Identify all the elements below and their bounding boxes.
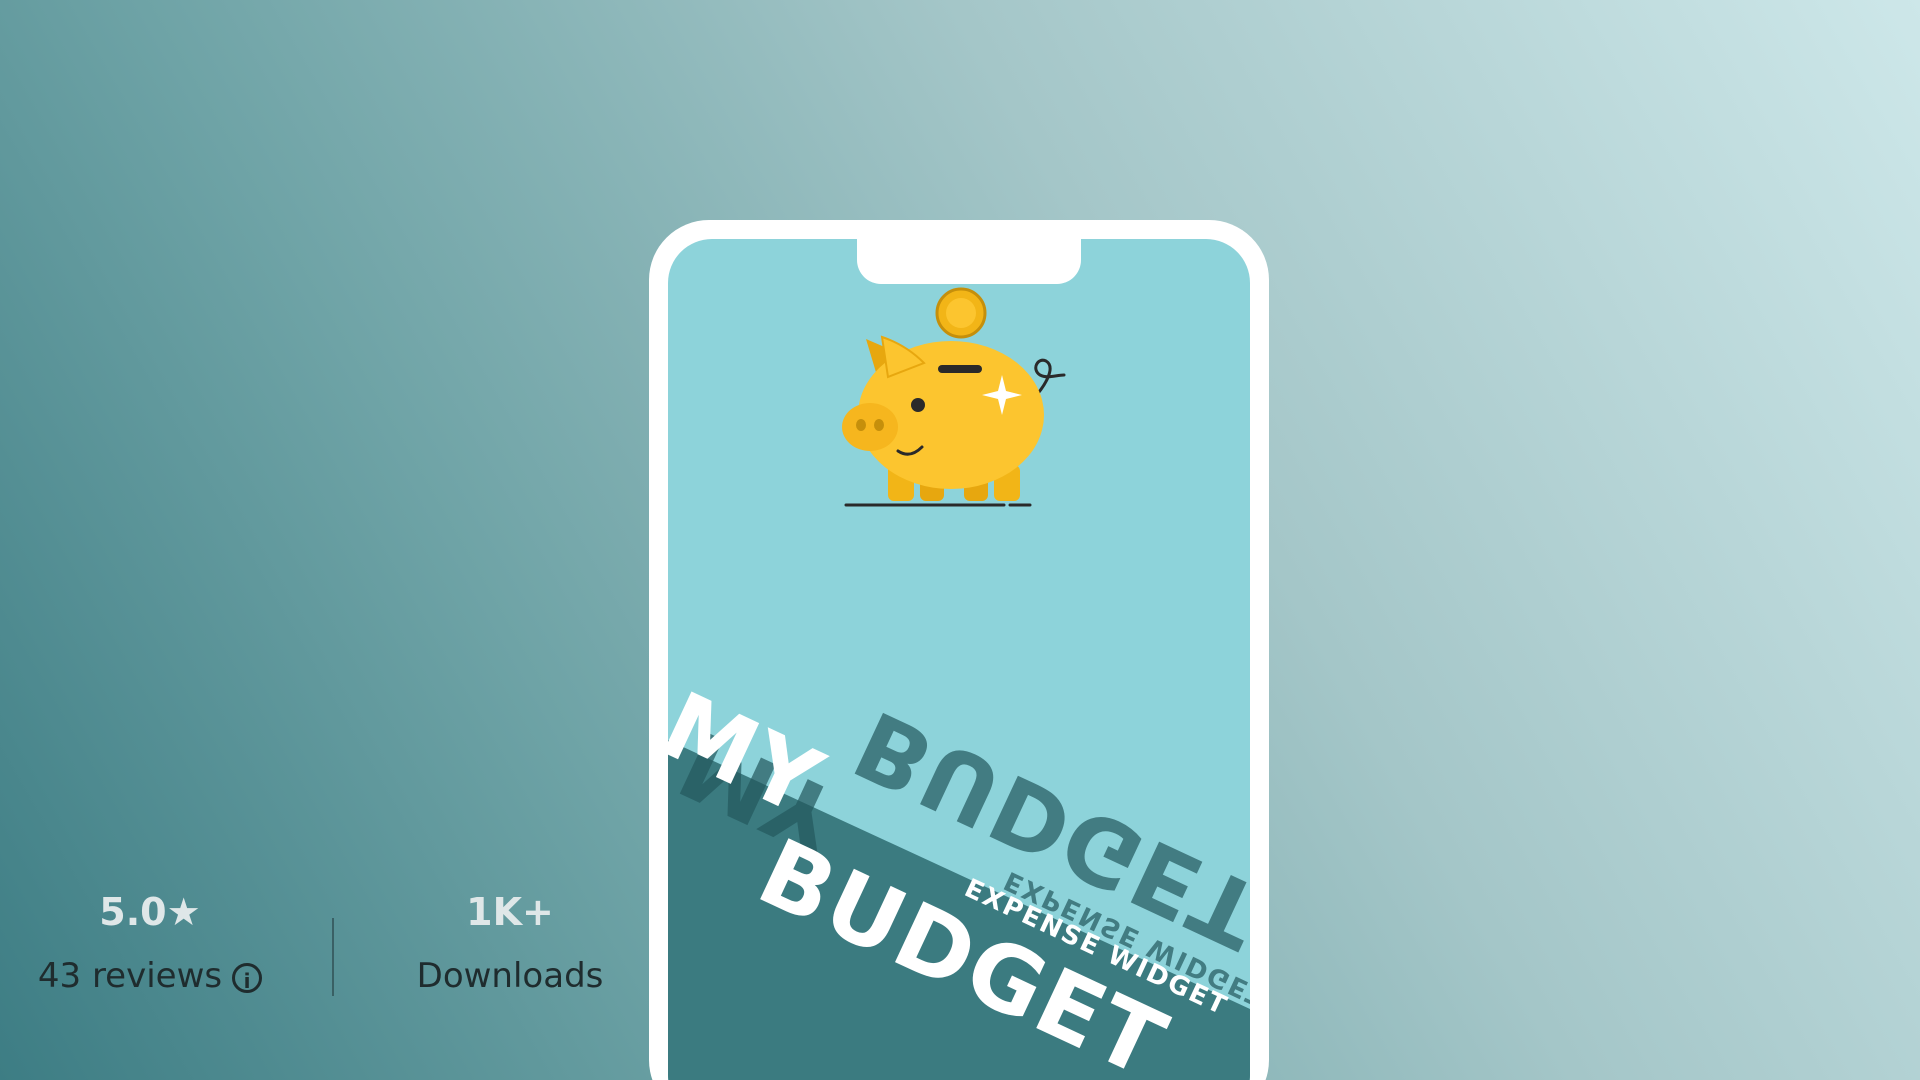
- downloads-stat: 1K+ Downloads: [400, 890, 620, 996]
- phone-mockup: MY BUDGET EXPENSE WIDGET MY BUDGET EXPEN…: [649, 220, 1269, 1080]
- reviews-row: 43 reviews: [20, 956, 280, 996]
- coin-icon: [935, 287, 987, 339]
- reviews-count: 43 reviews: [37, 956, 223, 996]
- phone-notch: [857, 239, 1081, 284]
- rating-value: 5.0★: [99, 890, 201, 934]
- app-stats: 5.0★ 43 reviews 1K+ Downloads: [0, 890, 640, 1030]
- stat-divider: [332, 918, 334, 996]
- rating-stat[interactable]: 5.0★ 43 reviews: [20, 890, 280, 996]
- info-icon[interactable]: [232, 962, 263, 993]
- store-listing-screenshot: MY BUDGET EXPENSE WIDGET MY BUDGET EXPEN…: [0, 0, 1920, 1080]
- downloads-label: Downloads: [416, 956, 604, 996]
- piggy-bank-icon: [842, 287, 1066, 507]
- downloads-value: 1K+: [466, 890, 554, 934]
- phone-screen: MY BUDGET EXPENSE WIDGET MY BUDGET EXPEN…: [668, 239, 1250, 1080]
